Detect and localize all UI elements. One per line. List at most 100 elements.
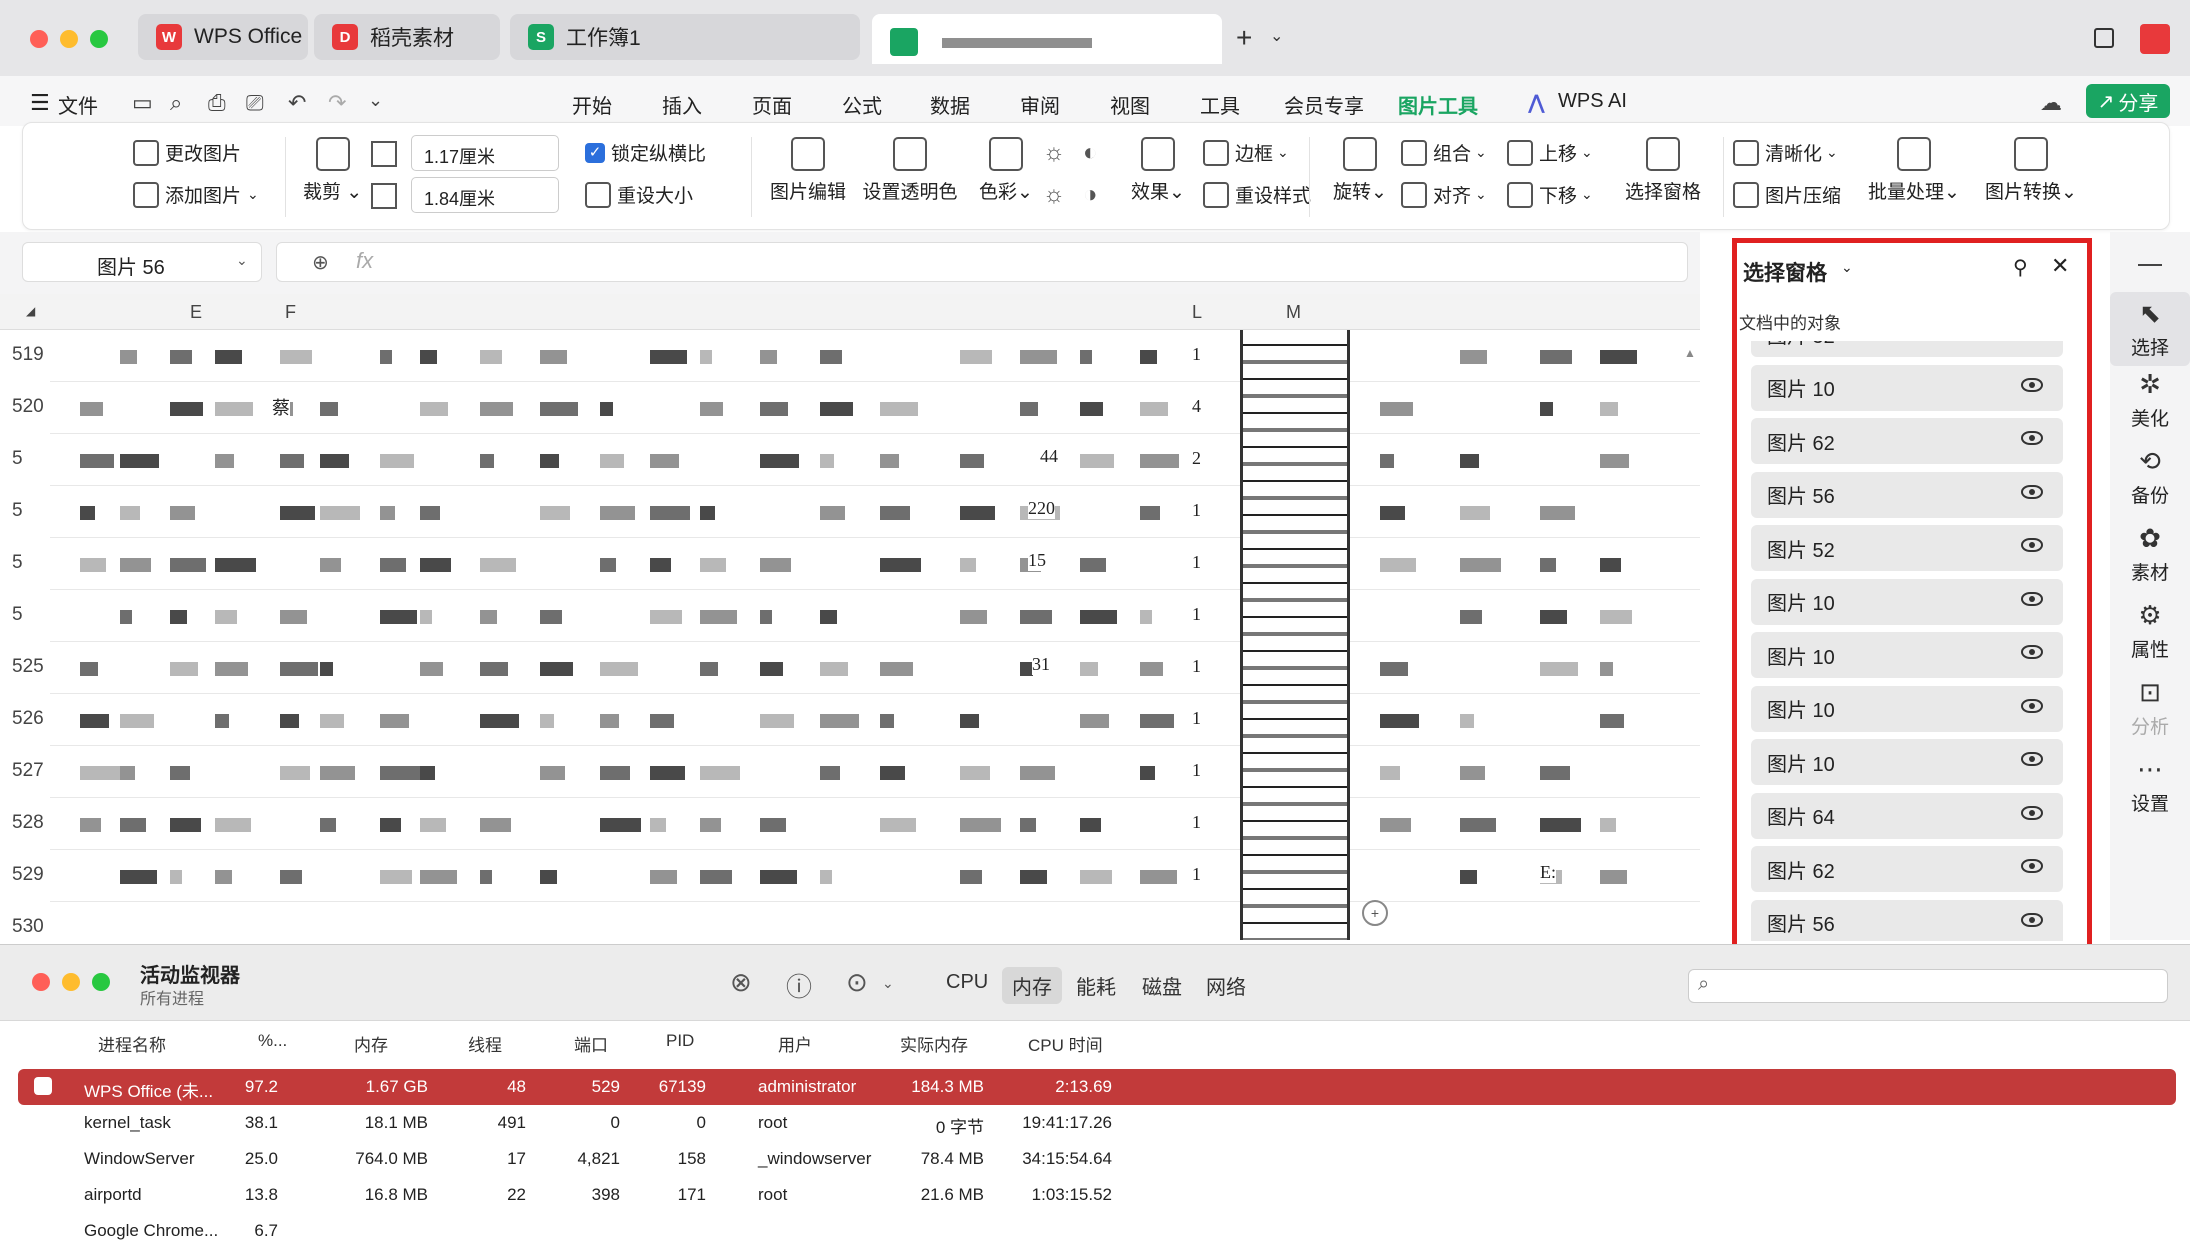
- col-real-memory[interactable]: 实际内存: [900, 1031, 968, 1056]
- sidebar-item-3[interactable]: ✿ 素材: [2110, 523, 2190, 585]
- convert-button[interactable]: 图片转换⌄: [1971, 137, 2091, 204]
- segment-memory[interactable]: 内存: [1002, 967, 1062, 1004]
- row-header[interactable]: 525: [0, 656, 50, 678]
- scroll-up-icon[interactable]: ▲: [1684, 346, 1696, 360]
- window-restore-icon[interactable]: [2094, 28, 2114, 48]
- col-cpu[interactable]: %...: [258, 1031, 287, 1051]
- save-icon[interactable]: ▭: [132, 90, 153, 116]
- segment-cpu[interactable]: CPU: [936, 967, 998, 998]
- col-cpu-time[interactable]: CPU 时间: [1028, 1031, 1103, 1056]
- visibility-eye-icon[interactable]: [2021, 859, 2043, 873]
- menu-wps-ai[interactable]: WPS AI: [1558, 90, 1627, 113]
- col-pid[interactable]: PID: [666, 1031, 694, 1051]
- width-input[interactable]: 1.17厘米: [411, 135, 559, 171]
- row-header[interactable]: 5: [0, 448, 50, 470]
- sidebar-item-4[interactable]: ⚙ 属性: [2110, 600, 2190, 662]
- name-box-chevron-icon[interactable]: ⌄: [236, 252, 248, 269]
- pane-object-item[interactable]: 图片 10: [1751, 685, 2063, 732]
- cell-l-value[interactable]: 1: [1192, 708, 1201, 729]
- segment-energy[interactable]: 能耗: [1066, 967, 1126, 1004]
- pane-object-item[interactable]: 图片 10: [1751, 364, 2063, 411]
- process-row[interactable]: Google Chrome... 6.7: [18, 1213, 2176, 1249]
- close-window-button[interactable]: [30, 30, 48, 48]
- reset-style-button[interactable]: 重设样式: [1203, 181, 1311, 208]
- collapse-icon[interactable]: [2138, 264, 2162, 266]
- info-icon[interactable]: ⓘ: [786, 967, 812, 1004]
- row-header[interactable]: 530: [0, 916, 50, 938]
- row-header[interactable]: 5: [0, 552, 50, 574]
- cell-l-value[interactable]: 1: [1192, 604, 1201, 625]
- process-row[interactable]: airportd 13.8 16.8 MB 22 398 171 root 21.6 MB 1:…: [18, 1177, 2176, 1213]
- row-header[interactable]: 528: [0, 812, 50, 834]
- row-header[interactable]: 519: [0, 344, 50, 366]
- am-minimize-button[interactable]: [62, 973, 80, 991]
- cell-text-fragment[interactable]: 220: [1028, 498, 1055, 519]
- col-user[interactable]: 用户: [778, 1031, 812, 1056]
- visibility-eye-icon[interactable]: [2021, 698, 2043, 713]
- pin-icon[interactable]: ⚲: [2013, 255, 2028, 280]
- column-e-header[interactable]: E: [190, 302, 202, 323]
- selection-pane-chevron-icon[interactable]: ⌄: [1841, 259, 1853, 276]
- visibility-eye-icon[interactable]: [2021, 484, 2043, 499]
- visibility-eye-icon[interactable]: [2021, 805, 2043, 820]
- export-icon[interactable]: ⌕: [170, 90, 182, 116]
- brightness-down-icon[interactable]: ☼: [1043, 181, 1065, 209]
- border-button[interactable]: 边框 ⌄: [1203, 139, 1289, 166]
- fx-icon[interactable]: fx: [356, 248, 373, 274]
- pane-object-item[interactable]: 图片 10: [1751, 632, 2063, 678]
- select-all-corner[interactable]: ◢: [26, 304, 35, 318]
- row-header[interactable]: 529: [0, 864, 50, 886]
- menu-review[interactable]: 审阅: [1020, 90, 1060, 119]
- process-row[interactable]: kernel_task 38.1 18.1 MB 491 0 0 root 0 字节 19:41…: [18, 1105, 2176, 1141]
- color-button[interactable]: 色彩⌄: [971, 137, 1041, 204]
- am-search-field[interactable]: [1688, 969, 2168, 1003]
- cell-l-value[interactable]: 2: [1192, 448, 1201, 469]
- column-l-header[interactable]: L: [1192, 302, 1202, 323]
- close-pane-icon[interactable]: ✕: [2051, 253, 2069, 279]
- redo-icon[interactable]: ↷: [328, 90, 346, 116]
- zoom-search-icon[interactable]: ⊕: [312, 250, 329, 275]
- pane-object-item[interactable]: 图片 52: [1751, 525, 2063, 571]
- visibility-eye-icon[interactable]: [2021, 377, 2043, 392]
- cell-l-value[interactable]: 1: [1192, 656, 1201, 677]
- undo-icon[interactable]: ↶: [288, 90, 306, 116]
- row-header[interactable]: 526: [0, 708, 50, 730]
- group-button[interactable]: 组合 ⌄: [1401, 139, 1487, 166]
- effects-button[interactable]: 效果⌄: [1123, 137, 1193, 204]
- move-up-button[interactable]: 上移 ⌄: [1507, 139, 1593, 166]
- hamburger-icon[interactable]: ☰: [30, 90, 50, 116]
- column-f-header[interactable]: F: [285, 302, 296, 323]
- set-transparent-button[interactable]: 设置透明色: [845, 137, 975, 204]
- cloud-upload-icon[interactable]: ☁: [2040, 90, 2062, 116]
- new-tab-plus-icon[interactable]: +: [1236, 22, 1252, 54]
- tab-list-chevron-icon[interactable]: ⌄: [1270, 26, 1283, 46]
- cell-l-value[interactable]: 4: [1192, 396, 1201, 417]
- reset-size-button[interactable]: 重设大小: [585, 181, 693, 208]
- sidebar-item-0[interactable]: ⬉ 选择: [2110, 292, 2190, 366]
- column-m-header[interactable]: M: [1286, 302, 1301, 323]
- brightness-up-icon[interactable]: ☼: [1043, 139, 1065, 167]
- contrast-up-icon[interactable]: ◐: [1083, 139, 1098, 167]
- height-input[interactable]: 1.84厘米: [411, 177, 559, 213]
- menu-member[interactable]: 会员专享: [1284, 90, 1364, 119]
- visibility-eye-icon[interactable]: [2021, 431, 2043, 445]
- tab-workbook1[interactable]: S 工作簿1: [510, 14, 860, 60]
- zoom-in-icon[interactable]: +: [1362, 900, 1388, 926]
- stop-process-icon[interactable]: ⊗: [730, 967, 752, 998]
- pane-object-item[interactable]: 图片 62: [1751, 846, 2063, 892]
- contrast-down-icon[interactable]: ◑: [1083, 181, 1098, 209]
- cell-l-value[interactable]: 1: [1192, 760, 1201, 781]
- sidebar-item-6[interactable]: ⋯ 设置: [2110, 754, 2190, 816]
- menu-view[interactable]: 视图: [1110, 90, 1150, 119]
- more-options-icon[interactable]: ⊙: [846, 967, 868, 998]
- tab-current-document[interactable]: [872, 14, 1222, 64]
- share-button[interactable]: ↗ 分享: [2086, 84, 2170, 118]
- cell-text-fragment[interactable]: 15: [1028, 550, 1046, 571]
- cell-l-value[interactable]: 1: [1192, 500, 1201, 521]
- compress-button[interactable]: 图片压缩: [1733, 181, 1841, 208]
- menu-page[interactable]: 页面: [752, 90, 792, 119]
- visibility-eye-icon[interactable]: [2021, 645, 2043, 659]
- sidebar-item-1[interactable]: ✲ 美化: [2110, 369, 2190, 431]
- file-menu[interactable]: 文件: [58, 90, 98, 119]
- menu-formula[interactable]: 公式: [842, 90, 882, 119]
